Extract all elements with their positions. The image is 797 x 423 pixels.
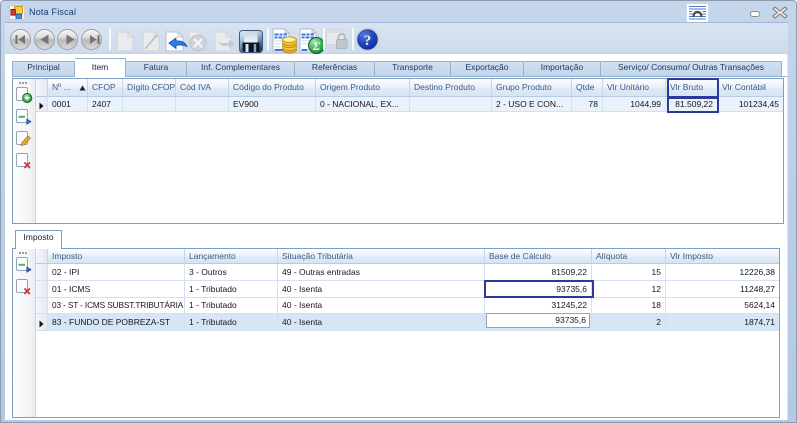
svg-text:?: ? [364,33,372,49]
svg-text:Σ: Σ [312,41,320,53]
